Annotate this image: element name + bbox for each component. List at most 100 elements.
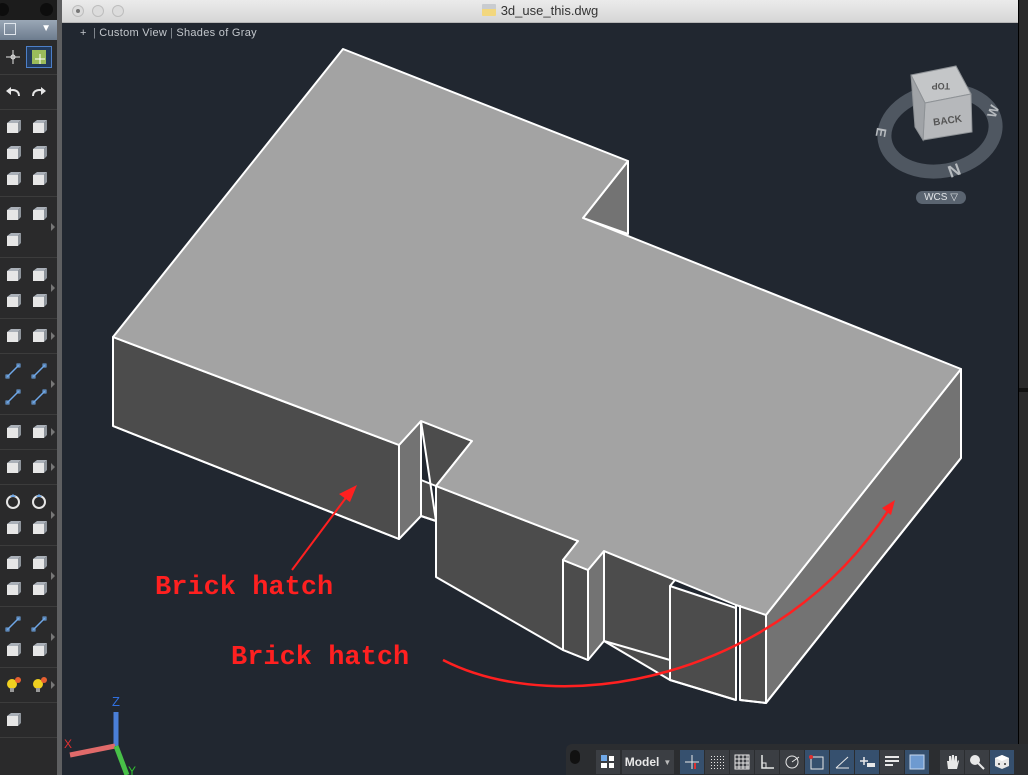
- rectangle-button[interactable]: [26, 421, 52, 443]
- tool-row: [0, 114, 57, 140]
- 3d-array-button[interactable]: [26, 552, 52, 574]
- scale-icon: [7, 521, 21, 534]
- offset-button[interactable]: [26, 578, 52, 600]
- point-light-icon: [7, 677, 21, 692]
- circle-button[interactable]: [0, 421, 26, 443]
- selection-filter-icon: [32, 50, 46, 64]
- 3d-align-button[interactable]: [26, 325, 52, 347]
- arc-icon: [31, 363, 47, 379]
- chamfer-edge-button[interactable]: [26, 203, 52, 225]
- window-titlebar: 3d_use_this.dwg: [62, 0, 1018, 23]
- zoom-toggle[interactable]: [965, 750, 989, 774]
- trim-button[interactable]: [0, 578, 26, 600]
- flyout-arrow-icon[interactable]: [51, 463, 55, 471]
- lineweight-toggle[interactable]: [880, 750, 904, 774]
- model-tab-button[interactable]: Model ▼: [622, 750, 674, 774]
- polar-tracking-toggle[interactable]: [780, 750, 804, 774]
- drawing-window: 3d_use_this.dwg Brick hatch Brick hatch …: [62, 0, 1018, 775]
- mirror-button[interactable]: [26, 517, 52, 539]
- break-icon: [5, 616, 21, 632]
- extrude-button[interactable]: [0, 142, 26, 164]
- move-button[interactable]: [0, 491, 26, 513]
- pilaster-front[interactable]: [562, 559, 589, 661]
- render-button[interactable]: [0, 709, 26, 731]
- mesh-box-button[interactable]: [26, 264, 52, 286]
- viewport-menu-button[interactable]: +: [80, 27, 87, 39]
- flyout-arrow-icon[interactable]: [51, 511, 55, 519]
- flyout-arrow-icon[interactable]: [51, 572, 55, 580]
- cylinder-button[interactable]: [26, 116, 52, 138]
- tool-row: [0, 515, 57, 541]
- flyout-arrow-icon[interactable]: [51, 428, 55, 436]
- flyout-arrow-icon[interactable]: [51, 633, 55, 641]
- tool-row: [0, 358, 57, 384]
- transparency-toggle[interactable]: [905, 750, 929, 774]
- ucs-menu[interactable]: WCS ▽: [916, 191, 966, 204]
- grid-toggle[interactable]: [730, 750, 754, 774]
- flyout-arrow-icon[interactable]: [51, 380, 55, 388]
- flyout-arrow-icon[interactable]: [51, 284, 55, 292]
- drawing-canvas[interactable]: Brick hatch Brick hatch Z X Y TOP BACK N: [62, 23, 1018, 775]
- rotate-button[interactable]: [26, 491, 52, 513]
- view-menu[interactable]: Custom View: [99, 27, 167, 39]
- chamfer-button[interactable]: [26, 639, 52, 661]
- line-button[interactable]: [0, 360, 26, 382]
- visual-style-menu[interactable]: Shades of Gray: [176, 27, 257, 39]
- model-space-svg[interactable]: Brick hatch Brick hatch Z X Y TOP BACK N: [62, 23, 1018, 775]
- tool-row: [0, 44, 57, 70]
- flyout-arrow-icon[interactable]: [51, 681, 55, 689]
- mesh-smooth-button[interactable]: [0, 264, 26, 286]
- dynamic-input-toggle[interactable]: [855, 750, 879, 774]
- solid-button[interactable]: [26, 290, 52, 312]
- join-button[interactable]: [26, 613, 52, 635]
- grid-display-toggle[interactable]: [705, 750, 729, 774]
- union-button[interactable]: [0, 229, 26, 251]
- scale-button[interactable]: [0, 517, 26, 539]
- snap-toggle[interactable]: [680, 750, 704, 774]
- undo-button[interactable]: [0, 81, 26, 103]
- sweep-button[interactable]: [0, 325, 26, 347]
- box-button[interactable]: [0, 116, 26, 138]
- tool-group: [0, 668, 57, 703]
- annotation-text-1[interactable]: Brick hatch: [155, 573, 333, 603]
- point-light-button[interactable]: [0, 674, 26, 696]
- redo-button[interactable]: [26, 81, 52, 103]
- annotation-text-2[interactable]: Brick hatch: [231, 643, 409, 673]
- spot-light-button[interactable]: [26, 674, 52, 696]
- object-snap-toggle[interactable]: [805, 750, 829, 774]
- union-icon: [7, 233, 21, 246]
- extrude-face-button[interactable]: [0, 456, 26, 478]
- viewcube-toggle-toggle[interactable]: [990, 750, 1014, 774]
- presspull-button[interactable]: [26, 142, 52, 164]
- extrude-icon: [7, 146, 21, 159]
- array-button[interactable]: [0, 552, 26, 574]
- selection-filter-button[interactable]: [26, 46, 52, 68]
- spline-button[interactable]: [26, 386, 52, 408]
- section-plane-button[interactable]: [0, 290, 26, 312]
- fillet-button[interactable]: [0, 639, 26, 661]
- revolve-button[interactable]: [0, 168, 26, 190]
- snap-icon: [685, 755, 699, 769]
- palette-close-button[interactable]: [0, 3, 9, 16]
- dynamic-ucs-toggle[interactable]: [830, 750, 854, 774]
- statusbar-grip[interactable]: [570, 750, 580, 764]
- visual-style-selector[interactable]: ▼: [0, 20, 57, 40]
- flyout-arrow-icon[interactable]: [51, 223, 55, 231]
- loft-button[interactable]: [26, 168, 52, 190]
- flyout-arrow-icon[interactable]: [51, 332, 55, 340]
- box-icon: [7, 120, 21, 133]
- fillet-edge-button[interactable]: [0, 203, 26, 225]
- dwg-file-icon: [481, 4, 496, 16]
- layout-grid-button[interactable]: [596, 750, 620, 774]
- point-icon: [6, 50, 20, 64]
- erase-button[interactable]: [26, 456, 52, 478]
- palette-collapse-button[interactable]: [40, 3, 53, 16]
- point-button[interactable]: [0, 46, 26, 68]
- arc-button[interactable]: [26, 360, 52, 382]
- polyline-button[interactable]: [0, 386, 26, 408]
- palette-titlebar[interactable]: [0, 0, 57, 20]
- ortho-toggle[interactable]: [755, 750, 779, 774]
- break-button[interactable]: [0, 613, 26, 635]
- front-face-right-c[interactable]: [739, 604, 767, 704]
- pan-toggle[interactable]: [940, 750, 964, 774]
